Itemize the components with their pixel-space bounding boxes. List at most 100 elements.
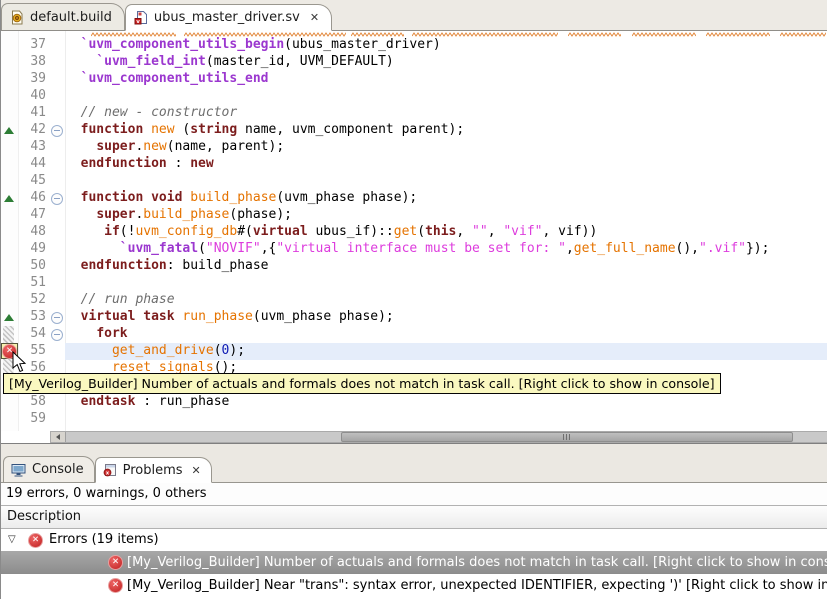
line-number: 58 [18, 394, 46, 411]
editor-tab-bar: default.build v ubus_master_driver.sv ✕ [1, 0, 827, 31]
code-token: (name, parent); [167, 139, 284, 154]
ide-window: default.build v ubus_master_driver.sv ✕ … [0, 0, 827, 599]
code-line-42[interactable]: function new (string name, uvm_component… [65, 122, 464, 139]
problem-text: [My_Verilog_Builder] Number of actuals a… [127, 555, 827, 570]
code-token: endfunction [81, 156, 167, 171]
collapse-fold-icon[interactable] [51, 312, 63, 324]
code-token: new [151, 122, 174, 137]
code-token [65, 224, 104, 239]
line-number: 52 [18, 292, 46, 309]
code-token: `uvm_component_utils_begin [81, 37, 285, 52]
problem-row[interactable]: ✕ [My_Verilog_Builder] Number of actuals… [1, 551, 827, 574]
code-line-47[interactable]: super.build_phase(phase); [65, 207, 292, 224]
folding-ruler[interactable] [49, 31, 66, 431]
code-line-53[interactable]: virtual task run_phase(uvm_phase phase); [65, 309, 394, 326]
mouse-cursor [12, 351, 28, 374]
override-marker-icon[interactable] [4, 127, 14, 134]
code-token: (! [120, 224, 136, 239]
code-line-41[interactable]: // new - constructor [65, 105, 237, 122]
errors-group-row[interactable]: ▽ ✕ Errors (19 items) [1, 529, 827, 551]
line-number: 47 [18, 207, 46, 224]
code-line-52[interactable]: // run phase [65, 292, 175, 309]
description-column-header[interactable]: Description [1, 505, 827, 529]
close-tab-icon[interactable]: ✕ [310, 11, 319, 24]
code-line-37[interactable]: `uvm_component_utils_begin(ubus_master_d… [65, 37, 441, 54]
error-tooltip: [My_Verilog_Builder] Number of actuals a… [3, 373, 721, 394]
code-line-39[interactable]: `uvm_component_utils_end [65, 71, 269, 88]
line-number: 48 [18, 224, 46, 241]
code-line-43[interactable]: super.new(name, parent); [65, 139, 284, 156]
line-number: 38 [18, 54, 46, 71]
code-token: , [456, 224, 472, 239]
line-number: 37 [18, 37, 46, 54]
code-token: }); [746, 241, 769, 256]
code-token: super [96, 139, 135, 154]
warning-squiggle [780, 32, 826, 38]
collapse-fold-icon[interactable] [51, 193, 63, 205]
code-token: task [143, 309, 174, 324]
tab-console[interactable]: Console [3, 456, 95, 482]
code-line-44[interactable]: endfunction : new [65, 156, 214, 173]
code-token: fork [96, 326, 127, 341]
code-line-50[interactable]: endfunction: build_phase [65, 258, 269, 275]
line-number: 39 [18, 71, 46, 88]
code-token: (master_id, UVM_DEFAULT) [206, 54, 394, 69]
code-line-38[interactable]: `uvm_field_int(master_id, UVM_DEFAULT) [65, 54, 394, 71]
code-line-55[interactable]: get_and_drive(0); [65, 343, 245, 360]
expander-icon[interactable]: ▽ [8, 529, 16, 551]
tab-problems[interactable]: x Problems ✕ [95, 457, 212, 483]
code-token [65, 394, 81, 409]
collapse-fold-icon[interactable] [51, 329, 63, 341]
code-token: uvm_config_db [135, 224, 237, 239]
override-marker-icon[interactable] [4, 314, 14, 321]
code-token [65, 37, 81, 52]
code-token: "NOVIF" [206, 241, 261, 256]
line-number: 59 [18, 411, 46, 428]
code-token: super [96, 207, 135, 222]
override-marker-icon[interactable] [4, 195, 14, 202]
code-token: , [566, 241, 574, 256]
code-token [65, 258, 81, 273]
code-token: ( [417, 224, 425, 239]
code-line-58[interactable]: endtask : run_phase [65, 394, 229, 411]
code-token [143, 190, 151, 205]
code-line-49[interactable]: `uvm_fatal("NOVIF",{"virtual interface m… [65, 241, 769, 258]
code-token [65, 156, 81, 171]
code-token: new [190, 156, 213, 171]
code-line-46[interactable]: function void build_phase(uvm_phase phas… [65, 190, 417, 207]
tab-label: ubus_master_driver.sv [154, 10, 300, 25]
code-token: build_phase [143, 207, 229, 222]
problem-row[interactable]: ✕ [My_Verilog_Builder] Near "trans": syn… [1, 574, 827, 597]
code-token: function [81, 122, 144, 137]
console-icon [11, 463, 27, 477]
code-token: ".vif" [699, 241, 746, 256]
scrollbar-thumb[interactable] [341, 432, 793, 442]
code-token: `uvm_component_utils_end [81, 71, 269, 86]
scrollbar-track[interactable] [50, 431, 827, 443]
warning-squiggle [412, 32, 558, 38]
tab-ubus-master-driver[interactable]: v ubus_master_driver.sv ✕ [125, 4, 332, 31]
code-token: `uvm_field_int [96, 54, 206, 69]
code-token: ( [198, 241, 206, 256]
collapse-fold-icon[interactable] [51, 125, 63, 137]
close-tab-icon[interactable]: ✕ [192, 464, 201, 477]
horizontal-scrollbar[interactable] [1, 431, 827, 444]
code-token: ,{ [261, 241, 277, 256]
bottom-tab-bar: Console x Problems ✕ [1, 454, 827, 483]
editor-area[interactable]: ✕ 37383940414243444546474849505152535455… [1, 31, 827, 431]
tab-default-build[interactable]: default.build [1, 3, 125, 30]
warning-squiggle [632, 32, 696, 38]
code-token: , [488, 224, 504, 239]
line-number: 53 [18, 309, 46, 326]
scroll-left-arrow-icon[interactable] [51, 432, 66, 442]
code-token: : run_phase [135, 394, 229, 409]
code-token: endtask [81, 394, 136, 409]
code-line-54[interactable]: fork [65, 326, 128, 343]
code-token [65, 309, 81, 324]
svg-text:v: v [136, 19, 140, 25]
line-number: 41 [18, 105, 46, 122]
problems-summary: 19 errors, 0 warnings, 0 others [1, 483, 827, 505]
panel-sash[interactable] [1, 444, 827, 454]
code-line-48[interactable]: if(!uvm_config_db#(virtual ubus_if)::get… [65, 224, 597, 241]
problems-tree: ▽ ✕ Errors (19 items) ✕ [My_Verilog_Buil… [1, 529, 827, 599]
